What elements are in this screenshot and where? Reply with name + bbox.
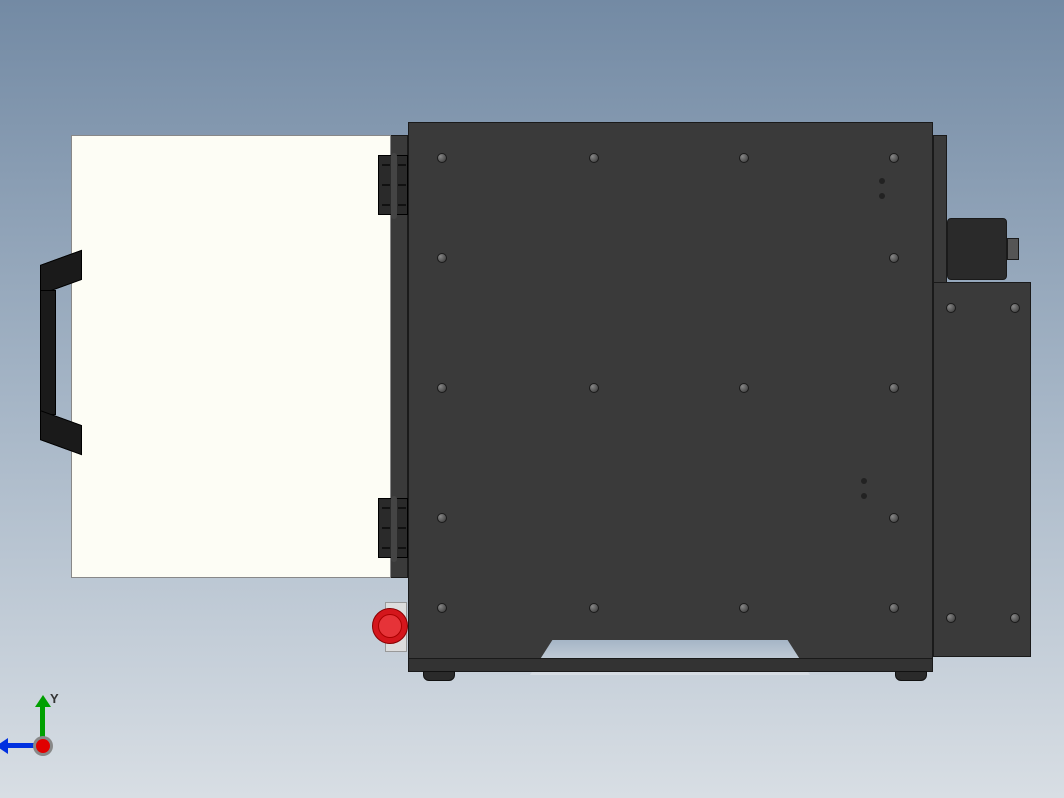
bolt-icon [739, 383, 749, 393]
bolt-icon [437, 253, 447, 263]
hinge-slot-icon [382, 184, 390, 186]
bolt-icon [1010, 303, 1020, 313]
main-enclosure [408, 122, 933, 672]
cad-viewport[interactable]: Y Z [0, 0, 1064, 798]
hinge-slot-icon [398, 547, 406, 549]
handle-bracket [40, 410, 82, 455]
small-hole-icon [861, 493, 867, 499]
bolt-icon [437, 603, 447, 613]
bolt-icon [437, 153, 447, 163]
hinge-pin-icon [391, 496, 397, 562]
bolt-icon [946, 613, 956, 623]
bolt-icon [589, 383, 599, 393]
bolt-icon [889, 153, 899, 163]
motor-shaft [1007, 238, 1019, 260]
bolt-icon [946, 303, 956, 313]
hinge-slot-icon [398, 527, 406, 529]
small-hole-icon [879, 193, 885, 199]
hinge-top [378, 155, 408, 215]
y-axis-arrow-icon [35, 695, 51, 707]
bolt-icon [437, 383, 447, 393]
hinge-slot-icon [382, 507, 390, 509]
hinge-slot-icon [398, 184, 406, 186]
right-top-strip [933, 135, 947, 285]
emergency-stop-cap [378, 614, 402, 638]
door-handle [40, 265, 82, 440]
handle-bracket [40, 250, 82, 295]
hinge-slot-icon [382, 527, 390, 529]
foot-right [895, 671, 927, 681]
hinge-slot-icon [398, 164, 406, 166]
handle-bar [40, 290, 56, 415]
small-hole-icon [879, 178, 885, 184]
bolt-icon [739, 603, 749, 613]
stepper-motor [947, 218, 1007, 280]
bolt-icon [739, 153, 749, 163]
foot-left [423, 671, 455, 681]
bolt-icon [889, 383, 899, 393]
hinge-bottom [378, 498, 408, 558]
bolt-icon [889, 513, 899, 523]
hinge-slot-icon [398, 204, 406, 206]
hinge-pin-icon [391, 153, 397, 219]
bolt-icon [889, 603, 899, 613]
bolt-icon [889, 253, 899, 263]
hinge-slot-icon [398, 507, 406, 509]
hinge-slot-icon [382, 164, 390, 166]
base-plate-edge [408, 658, 933, 672]
view-triad[interactable]: Y Z [12, 695, 82, 765]
hinge-slot-icon [382, 204, 390, 206]
bolt-icon [589, 603, 599, 613]
right-side-panel [933, 282, 1031, 657]
hinge-slot-icon [382, 547, 390, 549]
bolt-icon [589, 153, 599, 163]
bolt-icon [437, 513, 447, 523]
y-axis-label: Y [50, 691, 59, 706]
z-axis-arrow-icon [0, 738, 8, 754]
door-panel [71, 135, 391, 578]
bolt-icon [1010, 613, 1020, 623]
x-axis-dot-icon [36, 739, 50, 753]
small-hole-icon [861, 478, 867, 484]
